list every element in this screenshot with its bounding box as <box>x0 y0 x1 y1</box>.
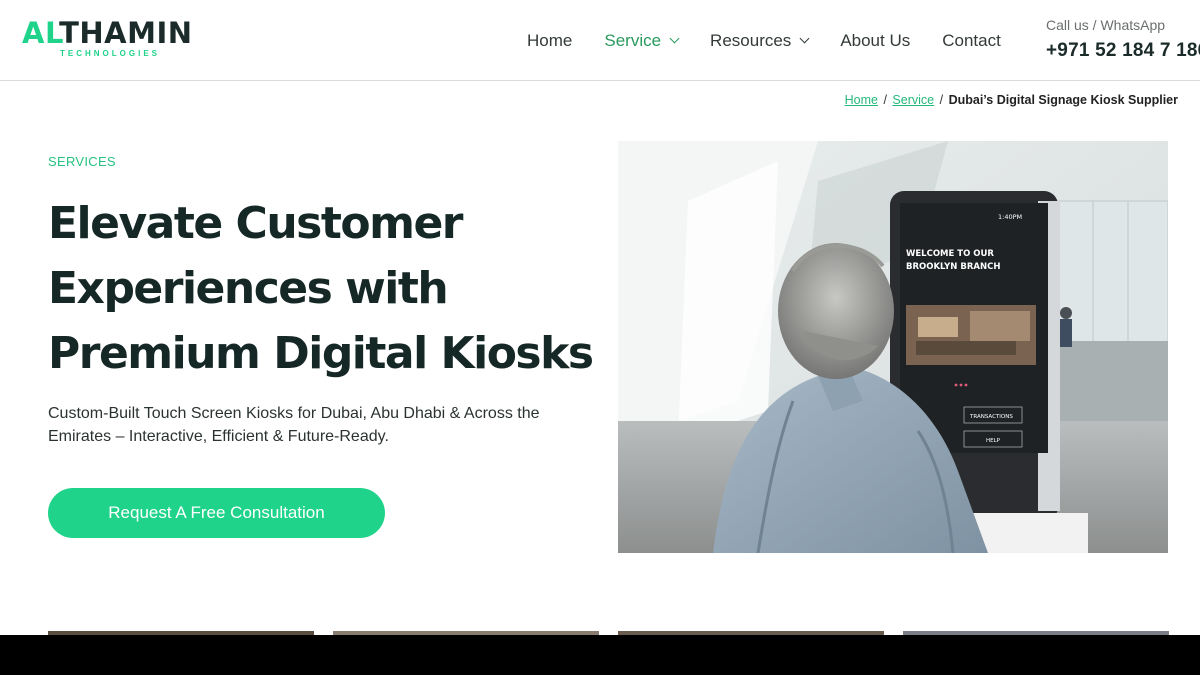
hero-kiosk-image: WELCOME TO OUR BROOKLYN BRANCH 1:40PM TR… <box>618 141 1168 553</box>
hero-title: Elevate Customer Experiences with Premiu… <box>48 191 594 386</box>
screen-time: 1:40PM <box>998 213 1022 221</box>
chevron-down-icon <box>799 33 810 44</box>
breadcrumb-home-link[interactable]: Home <box>845 93 878 107</box>
nav-label: About Us <box>840 31 911 50</box>
screen-title-1: WELCOME TO OUR <box>906 249 994 259</box>
breadcrumb-separator: / <box>883 93 887 107</box>
nav-item-about-us[interactable]: About Us <box>840 31 910 51</box>
nav-item-contact[interactable]: Contact <box>942 31 1001 51</box>
nav-item-home[interactable]: Home <box>527 31 572 51</box>
nav-label: Contact <box>942 31 1001 50</box>
nav-label: Resources <box>710 31 792 50</box>
brand-logo[interactable]: ALTHAMIN TECHNOLOGIES <box>22 16 202 64</box>
breadcrumb-service-link[interactable]: Service <box>892 93 934 107</box>
nav-item-resources[interactable]: Resources <box>710 31 810 51</box>
nav-item-service[interactable]: Service <box>604 31 680 51</box>
logo-tagline: TECHNOLOGIES <box>60 49 161 58</box>
screen-btn-help: HELP <box>986 438 1001 444</box>
logo-wordmark: ALTHAMIN <box>22 16 193 50</box>
main-nav: Home Service Resources About Us Contact <box>527 29 1001 53</box>
request-consultation-button[interactable]: Request A Free Consultation <box>48 488 385 538</box>
contact-block: Call us / WhatsApp +971 52 184 7 186 <box>1046 17 1200 62</box>
screen-title-2: BROOKLYN BRANCH <box>906 262 1000 272</box>
chevron-down-icon <box>669 33 680 44</box>
nav-label: Service <box>604 31 662 50</box>
hero-eyebrow: SERVICES <box>48 154 116 169</box>
breadcrumb: Home / Service / Dubai’s Digital Signage… <box>845 93 1178 107</box>
screen-btn-transactions: TRANSACTIONS <box>969 414 1013 420</box>
kiosk-illustration: WELCOME TO OUR BROOKLYN BRANCH 1:40PM TR… <box>618 141 1168 553</box>
site-header: ALTHAMIN TECHNOLOGIES Home Service Resou… <box>0 0 1200 81</box>
bottom-bar <box>0 635 1200 675</box>
call-label: Call us / WhatsApp <box>1046 17 1166 33</box>
breadcrumb-current: Dubai’s Digital Signage Kiosk Supplier <box>948 93 1178 107</box>
phone-number-link[interactable]: +971 52 184 7 186 <box>1046 40 1200 62</box>
hero-subtitle: Custom-Built Touch Screen Kiosks for Dub… <box>48 405 540 445</box>
hero-title-line: Elevate Customer <box>48 198 464 249</box>
breadcrumb-separator: / <box>939 93 944 107</box>
hero-title-line: Experiences with <box>48 263 449 314</box>
hero-title-line: Premium Digital Kiosks <box>48 328 594 379</box>
nav-label: Home <box>527 31 573 50</box>
